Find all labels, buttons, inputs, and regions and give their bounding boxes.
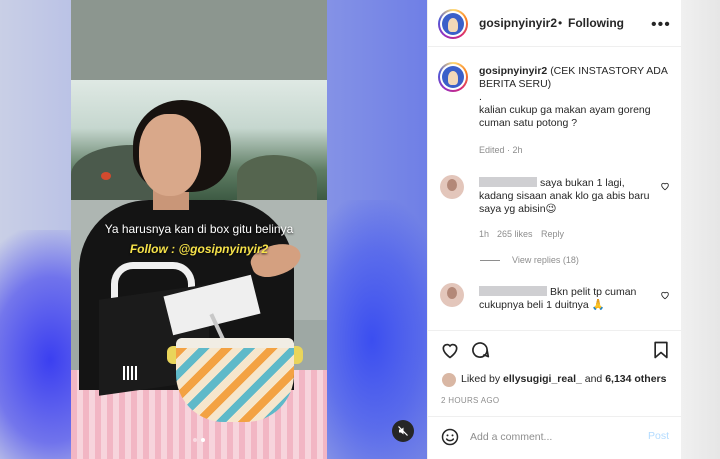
caption-author-avatar[interactable] bbox=[438, 62, 468, 92]
add-comment-bar: Post bbox=[428, 416, 682, 459]
save-bookmark-icon[interactable] bbox=[651, 340, 671, 360]
liked-by-label: Liked by bbox=[461, 373, 501, 385]
carousel-indicator bbox=[193, 438, 205, 442]
reply-button[interactable]: Reply bbox=[541, 229, 564, 239]
censored-username bbox=[479, 286, 547, 296]
post-comment-button[interactable]: Post bbox=[648, 430, 669, 442]
view-replies-button[interactable]: View replies (18) bbox=[512, 255, 579, 265]
comment-text: Bkn pelit tp cuman cukupnya beli 1 duitn… bbox=[479, 286, 637, 311]
like-comment-heart-icon[interactable] bbox=[660, 290, 670, 300]
aquarium-fish bbox=[101, 172, 111, 180]
censored-username bbox=[479, 177, 537, 187]
aquarium-rock bbox=[237, 155, 317, 200]
post-details-panel: gosipnyinyir2 • Following ••• gosipnyiny… bbox=[427, 0, 682, 459]
liked-by-count[interactable]: 6,134 others bbox=[605, 373, 666, 385]
post-header: gosipnyinyir2 • Following ••• bbox=[428, 0, 682, 47]
carousel-dot bbox=[193, 438, 197, 442]
author-username[interactable]: gosipnyinyir2 bbox=[479, 16, 557, 30]
following-button[interactable]: Following bbox=[568, 16, 624, 30]
comment-likes[interactable]: 265 likes bbox=[497, 229, 533, 239]
post-caption: gosipnyinyir2 (CEK INSTASTORY ADA BERITA… bbox=[479, 65, 669, 130]
post-timestamp[interactable]: 2 HOURS AGO bbox=[441, 396, 499, 405]
view-replies-line bbox=[480, 260, 500, 261]
mute-button[interactable] bbox=[392, 420, 414, 442]
liker-avatar[interactable] bbox=[442, 373, 456, 387]
commenter-avatar[interactable] bbox=[440, 175, 464, 199]
post-actions: Liked by ellysugigi_real_ and 6,134 othe… bbox=[428, 330, 682, 415]
post-video[interactable]: Ya harusnya kan di box gitu belinya Foll… bbox=[71, 0, 327, 459]
like-comment-heart-icon[interactable] bbox=[660, 181, 670, 191]
comment-time: 1h bbox=[479, 229, 490, 239]
commenter-avatar[interactable] bbox=[440, 283, 464, 307]
caption-line-2: . bbox=[479, 91, 482, 103]
video-ceiling bbox=[71, 0, 327, 80]
video-watermark: Follow : @gosipnyinyir2 bbox=[129, 242, 269, 256]
person-face bbox=[139, 114, 201, 196]
caption-line-3: kalian cukup ga makan ayam goreng cuman … bbox=[479, 104, 651, 129]
comment-bubble-icon[interactable] bbox=[470, 340, 490, 360]
liked-by-and: and bbox=[584, 373, 603, 385]
more-horizontal-icon[interactable]: ••• bbox=[651, 16, 671, 34]
carousel-dot-active bbox=[201, 438, 205, 442]
emoji-icon[interactable] bbox=[440, 427, 460, 447]
like-heart-icon[interactable] bbox=[440, 340, 460, 360]
header-separator: • bbox=[558, 16, 563, 30]
liked-by-user[interactable]: ellysugigi_real_ bbox=[503, 373, 582, 385]
video-subtitle: Ya harusnya kan di box gitu belinya bbox=[104, 222, 294, 236]
caption-meta: Edited · 2h bbox=[479, 145, 523, 155]
author-avatar[interactable] bbox=[438, 9, 468, 39]
patterned-bowl bbox=[176, 338, 294, 422]
caption-username[interactable]: gosipnyinyir2 bbox=[479, 65, 547, 77]
liked-by-summary: Liked by ellysugigi_real_ and 6,134 othe… bbox=[461, 373, 667, 385]
comments-section[interactable]: gosipnyinyir2 (CEK INSTASTORY ADA BERITA… bbox=[428, 47, 682, 330]
muted-speaker-icon bbox=[398, 426, 408, 436]
page-backdrop-right bbox=[681, 0, 720, 459]
comment-text: saya bukan 1 lagi, kadang sisaan anak kl… bbox=[479, 177, 650, 215]
qr-code bbox=[123, 366, 137, 380]
comment-input[interactable] bbox=[470, 429, 630, 445]
